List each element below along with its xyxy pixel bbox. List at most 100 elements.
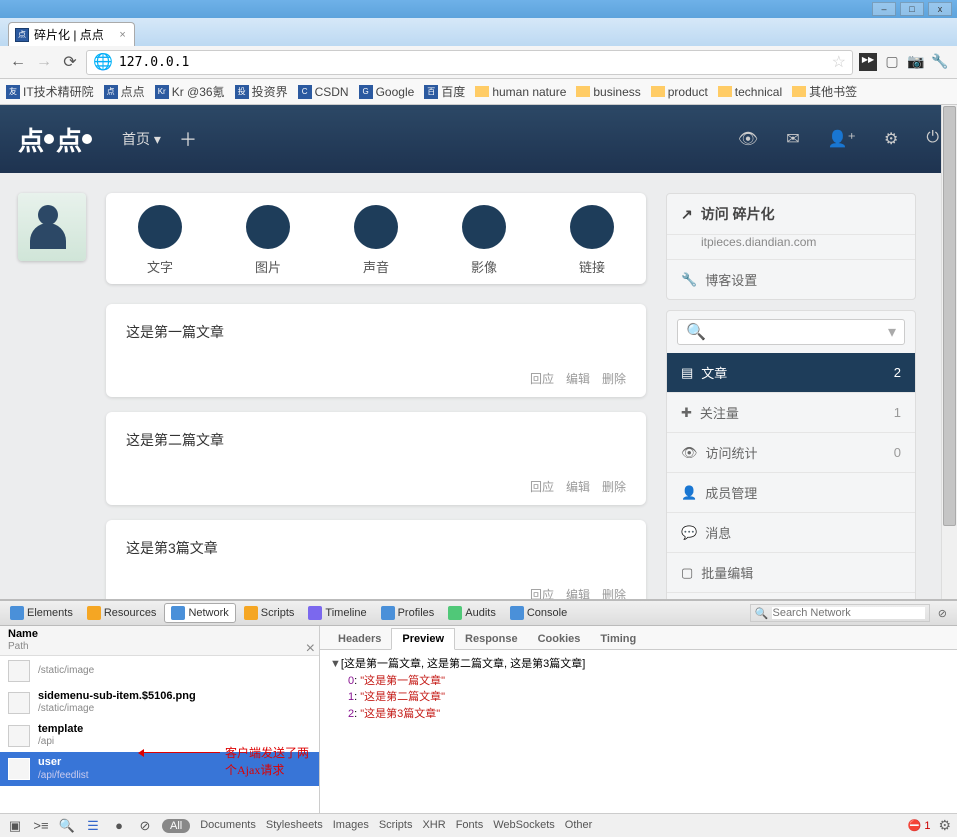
post-reply[interactable]: 回应 (530, 586, 554, 599)
post-reply[interactable]: 回应 (530, 370, 554, 387)
clear-icon[interactable]: ⊘ (136, 817, 154, 835)
forward-button[interactable]: → (34, 52, 54, 72)
tab-close-icon[interactable]: × (119, 29, 125, 41)
side-menu-item[interactable]: ▢批量编辑 (667, 553, 915, 593)
bookmark-item[interactable]: 百百度 (424, 83, 465, 100)
blog-settings[interactable]: 🔧 博客设置 (667, 260, 915, 299)
gear-icon[interactable]: ⚙ (938, 817, 951, 834)
eye-icon[interactable]: 👁 (738, 129, 758, 149)
type-label: 链接 (557, 257, 627, 276)
ext-icon-2[interactable]: ▢ (883, 53, 901, 71)
post-edit[interactable]: 编辑 (566, 370, 590, 387)
url-input[interactable] (119, 55, 826, 70)
subtab-preview[interactable]: Preview (391, 628, 455, 650)
bookmark-item[interactable]: technical (718, 85, 782, 99)
devtools-tab-audits[interactable]: Audits (442, 604, 502, 622)
post-type-文字[interactable]: 文字 (125, 205, 195, 276)
bookmark-item[interactable]: business (576, 85, 640, 99)
side-menu-item[interactable]: ✚关注量1 (667, 393, 915, 433)
devtools-tab-scripts[interactable]: Scripts (238, 604, 301, 622)
bookmark-item[interactable]: GGoogle (359, 85, 415, 99)
filter-documents[interactable]: Documents (200, 819, 256, 833)
post-type-图片[interactable]: 图片 (233, 205, 303, 276)
record-icon[interactable]: ● (110, 817, 128, 835)
subtab-timing[interactable]: Timing (590, 629, 646, 649)
post-delete[interactable]: 删除 (602, 478, 626, 495)
post-type-链接[interactable]: 链接 (557, 205, 627, 276)
devtools-clear-icon[interactable]: ⊘ (938, 607, 947, 620)
bookmark-item[interactable]: human nature (475, 85, 566, 99)
subtab-cookies[interactable]: Cookies (528, 629, 591, 649)
close-icon[interactable]: × (306, 640, 315, 658)
side-menu-item[interactable]: 👁访问统计0 (667, 433, 915, 473)
filter-stylesheets[interactable]: Stylesheets (266, 819, 323, 833)
back-button[interactable]: ← (8, 52, 28, 72)
bookmark-item[interactable]: CCSDN (298, 85, 349, 99)
url-box[interactable]: 🌐 ☆ (86, 50, 853, 75)
devtools-tab-timeline[interactable]: Timeline (302, 604, 372, 622)
bookmark-item[interactable]: 其他书签 (792, 83, 857, 100)
mail-icon[interactable]: ✉ (786, 129, 799, 149)
nav-home[interactable]: 首页 ▾ (122, 129, 161, 149)
devtools-tab-elements[interactable]: Elements (4, 604, 79, 622)
ext-icon-1[interactable]: ▶▶ (859, 53, 877, 71)
devtools-search-input[interactable] (772, 607, 924, 619)
error-count[interactable]: ⛔1 (908, 819, 931, 832)
browser-tab[interactable]: 点 碎片化 | 点点 × (8, 22, 135, 46)
ajax-annotation: 客户端发送了两个Ajax请求 (225, 744, 319, 778)
avatar[interactable] (18, 193, 86, 261)
visit-blog[interactable]: ↗ 访问 碎片化 (667, 194, 915, 235)
list-icon[interactable]: ☰ (84, 817, 102, 835)
bookmark-item[interactable]: 投投资界 (235, 83, 288, 100)
camera-icon[interactable]: 📷 (907, 53, 925, 71)
filter-websockets[interactable]: WebSockets (493, 819, 555, 833)
post-type-声音[interactable]: 声音 (341, 205, 411, 276)
bookmark-item[interactable]: KrKr @36氪 (155, 83, 225, 100)
console-icon[interactable]: >≡ (32, 817, 50, 835)
star-icon[interactable]: ☆ (832, 52, 846, 72)
devtools-search[interactable]: 🔍 (750, 604, 930, 622)
window-maximize[interactable]: □ (900, 2, 924, 16)
user-add-icon[interactable]: 👤⁺ (828, 129, 856, 149)
power-icon[interactable]: ⏻ (926, 129, 939, 149)
side-menu-item[interactable]: ▤文章2 (667, 353, 915, 393)
app-scrollbar[interactable] (941, 105, 957, 599)
filter-all[interactable]: All (162, 819, 190, 833)
type-icon (462, 205, 506, 249)
filter-other[interactable]: Other (565, 819, 593, 833)
post-delete[interactable]: 删除 (602, 370, 626, 387)
devtools-tab-network[interactable]: Network (164, 603, 235, 623)
logo[interactable]: 点点 (18, 121, 92, 158)
wrench-icon[interactable]: 🔧 (931, 53, 949, 71)
filter-xhr[interactable]: XHR (422, 819, 445, 833)
filter-scripts[interactable]: Scripts (379, 819, 413, 833)
search-icon[interactable]: 🔍 (58, 817, 76, 835)
bookmark-item[interactable]: product (651, 85, 708, 99)
devtools-tab-console[interactable]: Console (504, 604, 573, 622)
subtab-headers[interactable]: Headers (328, 629, 391, 649)
reload-button[interactable]: ⟳ (60, 52, 80, 72)
network-request[interactable]: /static/image (0, 656, 319, 686)
side-menu-item[interactable]: 👤成员管理 (667, 473, 915, 513)
post-edit[interactable]: 编辑 (566, 586, 590, 599)
devtools-tab-profiles[interactable]: Profiles (375, 604, 441, 622)
post-delete[interactable]: 删除 (602, 586, 626, 599)
devtools-tab-resources[interactable]: Resources (81, 604, 163, 622)
nav-add-icon[interactable]: ＋ (179, 126, 197, 152)
post-reply[interactable]: 回应 (530, 478, 554, 495)
side-search-input[interactable]: 🔍 ▾ (677, 319, 905, 345)
filter-fonts[interactable]: Fonts (456, 819, 484, 833)
post-edit[interactable]: 编辑 (566, 478, 590, 495)
menu-count: 1 (894, 405, 901, 420)
bookmark-item[interactable]: 友IT技术精研院 (6, 83, 94, 100)
subtab-response[interactable]: Response (455, 629, 528, 649)
gear-icon[interactable]: ⚙ (884, 129, 898, 149)
network-request[interactable]: sidemenu-sub-item.$5106.png/static/image (0, 686, 319, 719)
window-minimize[interactable]: – (872, 2, 896, 16)
filter-images[interactable]: Images (333, 819, 369, 833)
window-close[interactable]: x (928, 2, 952, 16)
inspect-icon[interactable]: ▣ (6, 817, 24, 835)
bookmark-item[interactable]: 点点点 (104, 83, 145, 100)
post-type-影像[interactable]: 影像 (449, 205, 519, 276)
side-menu-item[interactable]: 💬消息 (667, 513, 915, 553)
